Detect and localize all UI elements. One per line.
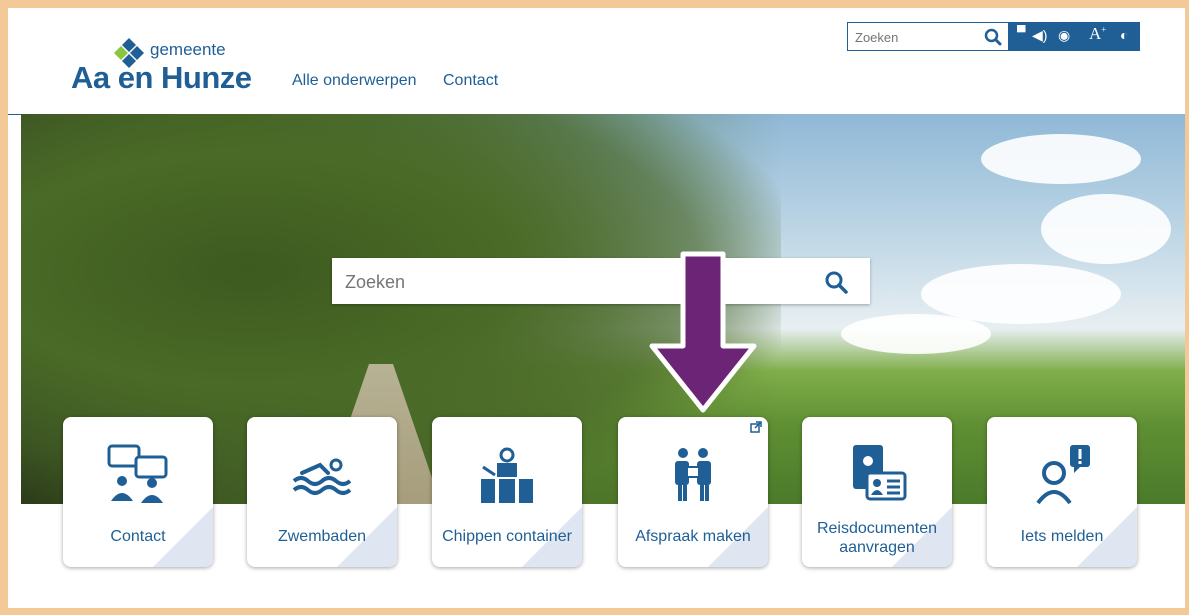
chat-people-icon <box>107 444 168 503</box>
nav-contact[interactable]: Contact <box>443 72 498 90</box>
tile-chippen-container[interactable]: Chippen container <box>432 417 582 567</box>
cloud-decoration <box>981 134 1141 184</box>
tile-label: Afspraak maken <box>635 528 751 545</box>
logo-text-big: Aa en Hunze <box>71 60 252 95</box>
nav-alle-onderwerpen[interactable]: Alle onderwerpen <box>292 72 417 90</box>
tile-reisdocumenten-aanvragen[interactable]: Reisdocumenten aanvragen <box>802 417 952 567</box>
logo-text-small: gemeente <box>150 40 226 59</box>
tile-label: Iets melden <box>1020 528 1104 545</box>
search-icon[interactable] <box>984 28 1002 46</box>
tile-iets-melden[interactable]: Iets melden <box>987 417 1137 567</box>
speaker-icon[interactable]: ◀) <box>1032 27 1047 44</box>
page-frame: gemeente Aa en Hunze Alle onderwerpen Co… <box>8 8 1185 608</box>
external-link-icon <box>750 421 762 433</box>
arrow-down-icon <box>649 251 757 413</box>
contrast-icon[interactable]: ◐ <box>1120 27 1128 43</box>
search-icon[interactable] <box>824 270 848 294</box>
tile-afspraak-maken[interactable]: Afspraak maken <box>618 417 768 567</box>
cloud-decoration <box>921 264 1121 324</box>
tile-label: Zwembaden <box>277 528 367 545</box>
hero-search-box <box>332 258 870 304</box>
menu-icon[interactable]: ▀ <box>1017 25 1026 39</box>
top-search-input[interactable] <box>853 26 977 48</box>
tile-label: Contact <box>110 528 166 545</box>
cloud-decoration <box>1041 194 1171 264</box>
accessibility-toolbar: ▀ ◀) ◉ A+ ◐ <box>1009 22 1140 51</box>
site-logo[interactable]: gemeente Aa en Hunze <box>71 30 281 95</box>
container-icon <box>481 447 533 503</box>
top-search-box <box>847 22 1009 51</box>
tile-contact[interactable]: Contact <box>63 417 213 567</box>
cloud-decoration <box>841 314 991 354</box>
people-appointment-icon <box>675 448 711 501</box>
tile-label: Chippen container <box>442 528 572 545</box>
tile-zwembaden[interactable]: Zwembaden <box>247 417 397 567</box>
report-icon <box>1036 445 1090 505</box>
swimmer-icon <box>292 458 352 495</box>
id-document-icon <box>853 445 907 501</box>
site-header: gemeente Aa en Hunze Alle onderwerpen Co… <box>8 8 1185 115</box>
font-size-icon[interactable]: A+ <box>1089 24 1106 44</box>
eye-icon[interactable]: ◉ <box>1058 27 1070 44</box>
tile-label: Reisdocumenten aanvragen <box>816 520 938 556</box>
